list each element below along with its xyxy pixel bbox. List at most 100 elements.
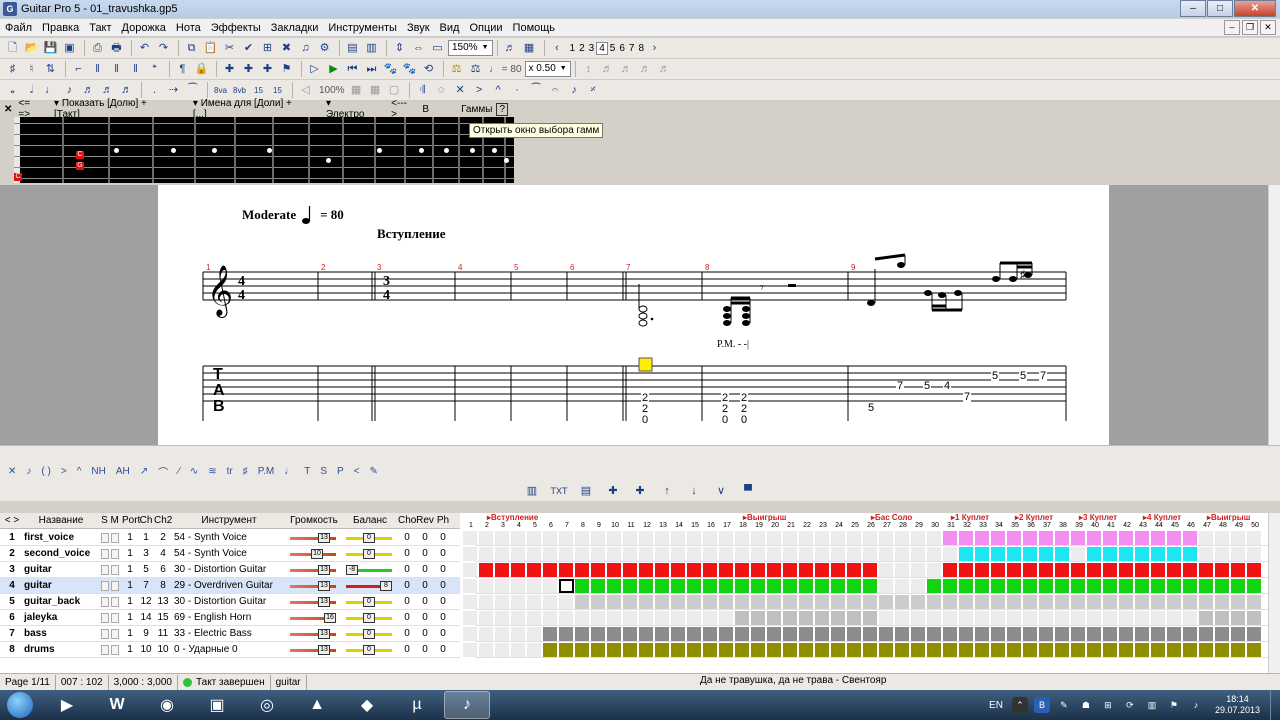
mute-toggle[interactable]	[111, 644, 119, 655]
timeline-bar-cell[interactable]	[575, 595, 590, 609]
timeline-bar-cell[interactable]	[639, 595, 654, 609]
timeline-bar-cell[interactable]	[655, 547, 670, 561]
count-in-paw-icon[interactable]: 🐾	[401, 61, 418, 78]
track-name[interactable]: guitar_back	[24, 594, 98, 610]
timeline-bar-cell[interactable]	[831, 563, 846, 577]
track-chorus[interactable]: 0	[398, 562, 416, 578]
timeline-bar-cell[interactable]	[703, 563, 718, 577]
timeline-bar-cell[interactable]	[1087, 547, 1102, 561]
timeline-bar-cell[interactable]	[735, 611, 750, 625]
track-channel2[interactable]: 15	[154, 610, 172, 626]
timeline-bar-cell[interactable]	[543, 531, 558, 545]
timeline-bar-cell[interactable]	[543, 563, 558, 577]
timeline-bar-cell[interactable]	[1135, 531, 1150, 545]
timeline-bar-cell[interactable]	[511, 547, 526, 561]
prev-page-icon[interactable]: ‹	[549, 40, 566, 57]
timeline-bar-cell[interactable]	[847, 643, 862, 657]
chord-icon[interactable]: ♬	[599, 61, 616, 78]
play-from-start-icon[interactable]: ▷	[306, 61, 323, 78]
track-channel[interactable]: 5	[138, 562, 154, 578]
timeline-bar-cell[interactable]	[495, 627, 510, 641]
timeline-bar-cell[interactable]	[463, 579, 478, 593]
timeline-bar-cell[interactable]	[863, 531, 878, 545]
tray-app-icon[interactable]: ⊞	[1100, 697, 1116, 713]
timeline-bar-cell[interactable]	[815, 643, 830, 657]
repeat-mark-icon[interactable]: 𝄎	[585, 82, 602, 99]
balance-knob[interactable]: 0	[363, 628, 375, 639]
bend-icon[interactable]: ↗	[140, 466, 148, 477]
repeat-close-icon[interactable]: ‖	[108, 61, 125, 78]
timeline-bar-cell[interactable]	[1199, 627, 1214, 641]
balance-knob[interactable]: 0	[363, 548, 375, 559]
timeline-bar-cell[interactable]	[719, 611, 734, 625]
track-name[interactable]: guitar	[24, 562, 98, 578]
print-icon[interactable]: 🖶	[108, 40, 125, 57]
timeline-bar-cell[interactable]	[671, 595, 686, 609]
page-link-7[interactable]: 7	[627, 43, 637, 54]
timeline-bar-cell[interactable]	[527, 563, 542, 577]
timeline-bar-cell[interactable]	[687, 643, 702, 657]
timeline-bar-cell[interactable]	[1087, 643, 1102, 657]
timeline-bar-cell[interactable]	[1183, 531, 1198, 545]
timeline-bar-cell[interactable]	[543, 627, 558, 641]
timeline-bar-cell[interactable]	[1167, 547, 1182, 561]
track-channel[interactable]: 10	[138, 642, 154, 658]
track-reverb[interactable]: 0	[416, 546, 434, 562]
fret-key-select[interactable]: В	[422, 104, 429, 115]
timeline-bar-cell[interactable]	[559, 547, 574, 561]
balance-knob[interactable]: 0	[363, 596, 375, 607]
track-reverb[interactable]: 0	[416, 578, 434, 594]
timeline-bar-cell[interactable]	[687, 563, 702, 577]
timeline-bar-cell[interactable]	[1103, 563, 1118, 577]
track-channel2[interactable]: 2	[154, 530, 172, 546]
fade-in-icon[interactable]: <	[354, 466, 360, 477]
timeline-bar-cell[interactable]	[1167, 579, 1182, 593]
timeline-bar-cell[interactable]	[879, 611, 894, 625]
timeline-bar-cell[interactable]	[479, 611, 494, 625]
timeline-bar-cell[interactable]	[943, 579, 958, 593]
timeline-bar-cell[interactable]	[1151, 563, 1166, 577]
triplet-icon[interactable]: ♬	[656, 61, 673, 78]
box-icon[interactable]: ▢	[386, 82, 403, 99]
lyrics-icon[interactable]: ↕	[580, 61, 597, 78]
timeline-bar-cell[interactable]	[719, 643, 734, 657]
timeline-bar-cell[interactable]	[463, 563, 478, 577]
fret-scales-button[interactable]: Гаммы	[461, 104, 492, 115]
avast-icon[interactable]: ▲	[294, 691, 340, 719]
start-button[interactable]	[0, 690, 40, 720]
balance-slider[interactable]: 0	[342, 530, 398, 546]
save-icon[interactable]: 💾	[42, 40, 59, 57]
track-name[interactable]: first_voice	[24, 530, 98, 546]
timeline-bar-cell[interactable]	[1183, 579, 1198, 593]
timeline-bar-cell[interactable]	[1151, 547, 1166, 561]
timeline-bar-cell[interactable]	[1071, 595, 1086, 609]
timeline-bar-cell[interactable]	[815, 531, 830, 545]
timeline-bar-cell[interactable]	[1215, 563, 1230, 577]
timeline-bar-cell[interactable]	[1135, 643, 1150, 657]
timeline-bar-cell[interactable]	[959, 547, 974, 561]
timeline-bar-cell[interactable]	[831, 643, 846, 657]
timeline-bar-cell[interactable]	[655, 627, 670, 641]
page-link-1[interactable]: 1	[568, 43, 578, 54]
timeline-bar-cell[interactable]	[1023, 611, 1038, 625]
timeline-bar-cell[interactable]	[959, 611, 974, 625]
timeline-bar-cell[interactable]	[495, 563, 510, 577]
page-link-5[interactable]: 5	[608, 43, 618, 54]
balance-knob[interactable]: 8	[380, 580, 392, 591]
timeline-bar-cell[interactable]	[607, 547, 622, 561]
transpose-icon[interactable]: ⇅	[42, 61, 59, 78]
track-instrument[interactable]: 33 - Electric Bass (finger)	[172, 626, 286, 655]
timeline-bar-cell[interactable]	[511, 595, 526, 609]
timeline-bar-cell[interactable]	[719, 595, 734, 609]
timeline-bar-cell[interactable]	[879, 643, 894, 657]
timeline-bar-cell[interactable]	[1151, 643, 1166, 657]
timeline-bar-cell[interactable]	[1151, 595, 1166, 609]
timeline-bar-cell[interactable]	[1135, 579, 1150, 593]
tray-volume-icon[interactable]: ♪	[1188, 697, 1204, 713]
track-reverb[interactable]: 0	[416, 642, 434, 658]
timeline-bar-cell[interactable]	[1231, 611, 1246, 625]
dotted-note-icon[interactable]: .	[146, 82, 163, 99]
layout-page-icon[interactable]: ▤	[344, 40, 361, 57]
timeline-bar-cell[interactable]	[1071, 627, 1086, 641]
timeline-bar-cell[interactable]	[1247, 563, 1262, 577]
